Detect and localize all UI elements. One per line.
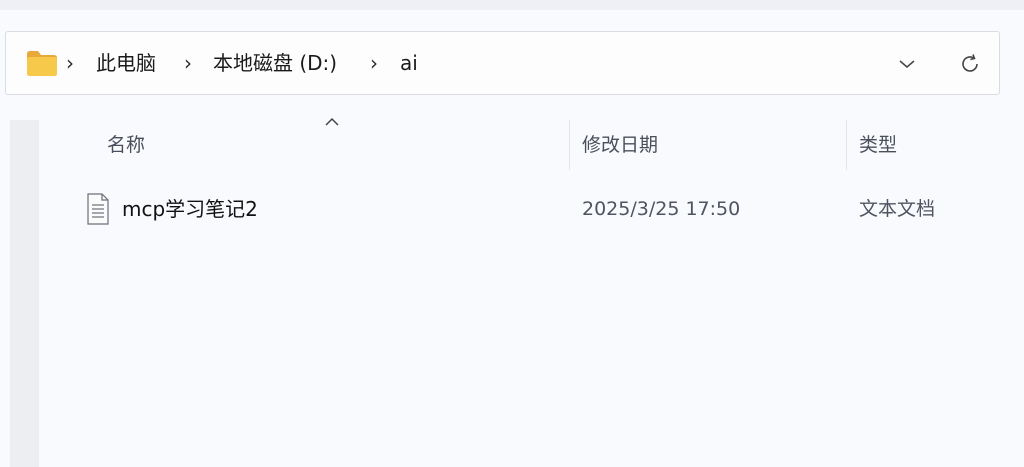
column-header-name[interactable]: 名称 xyxy=(107,132,145,158)
address-bar[interactable]: › 此电脑 › 本地磁盘 (D:) › ai xyxy=(5,31,1000,95)
breadcrumb-separator[interactable]: › xyxy=(66,50,74,76)
folder-icon xyxy=(25,48,59,78)
file-row[interactable]: mcp学习笔记2 2025/3/25 17:50 文本文档 xyxy=(70,187,1024,231)
column-header-type[interactable]: 类型 xyxy=(859,132,897,158)
column-divider[interactable] xyxy=(846,120,847,170)
breadcrumb-this-pc[interactable]: 此电脑 xyxy=(96,50,156,76)
text-file-icon xyxy=(86,193,110,225)
title-strip xyxy=(0,0,1024,10)
refresh-button[interactable] xyxy=(950,46,990,82)
breadcrumb-local-disk-d[interactable]: 本地磁盘 (D:) xyxy=(213,50,337,76)
sort-ascending-caret-icon xyxy=(325,117,339,126)
navigation-pane-edge[interactable] xyxy=(10,120,39,467)
file-name[interactable]: mcp学习笔记2 xyxy=(122,196,258,222)
file-modified-date: 2025/3/25 17:50 xyxy=(582,198,741,220)
refresh-icon xyxy=(962,54,978,72)
column-divider[interactable] xyxy=(569,120,570,170)
breadcrumb-ai[interactable]: ai xyxy=(400,50,418,76)
breadcrumb-separator[interactable]: › xyxy=(370,50,378,76)
address-dropdown-button[interactable] xyxy=(890,48,924,80)
chevron-down-icon xyxy=(899,60,915,68)
column-header-modified[interactable]: 修改日期 xyxy=(582,132,658,158)
breadcrumb-separator[interactable]: › xyxy=(184,50,192,76)
file-type: 文本文档 xyxy=(859,198,936,220)
file-explorer-window: › 此电脑 › 本地磁盘 (D:) › ai 名称 修改日期 类型 mcp学习笔… xyxy=(0,0,1024,467)
